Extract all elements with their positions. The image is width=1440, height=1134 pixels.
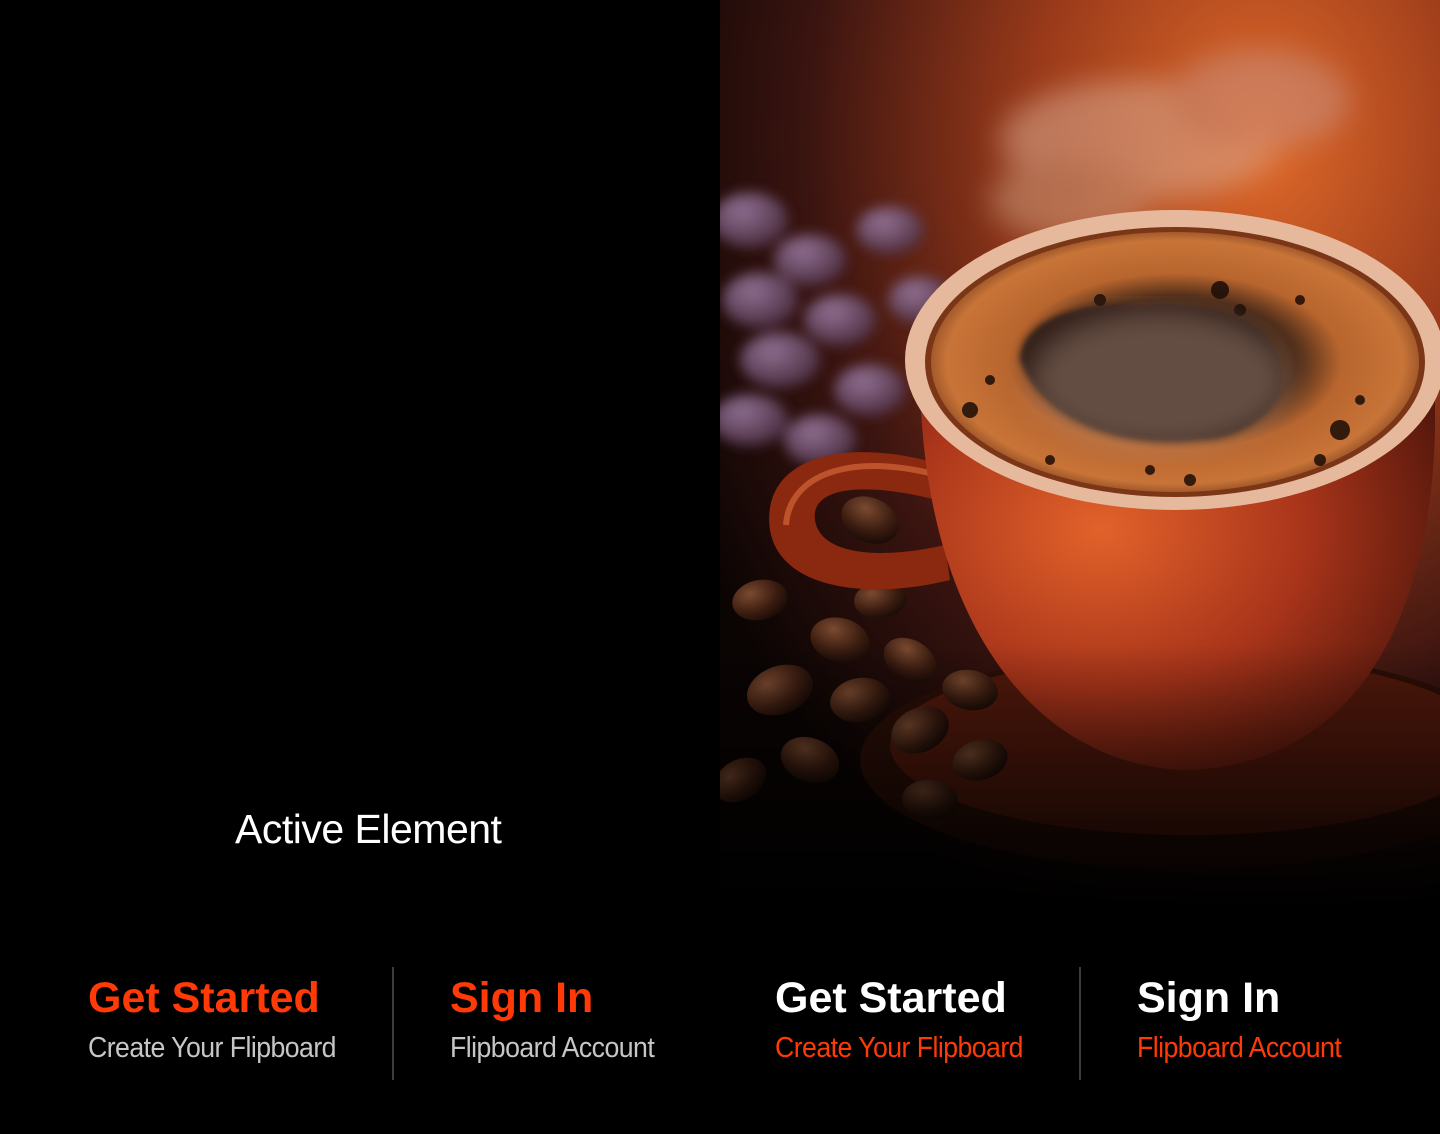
sign-in-subtitle: Flipboard Account — [450, 1032, 655, 1064]
sign-in-button-active[interactable]: Sign In Flipboard Account — [1137, 972, 1359, 1066]
get-started-title-active: Get Started — [775, 974, 1007, 1022]
coffee-cup-image — [720, 0, 1440, 920]
sign-in-title-active: Sign In — [1137, 974, 1281, 1022]
get-started-title: Get Started — [88, 974, 320, 1022]
get-started-button[interactable]: Get Started Create Your Flipboard — [88, 972, 358, 1066]
active-element-caption: Active Element — [235, 806, 502, 852]
sign-in-button[interactable]: Sign In Flipboard Account — [450, 972, 672, 1066]
get-started-button-active[interactable]: Get Started Create Your Flipboard — [775, 972, 1045, 1066]
sign-in-title: Sign In — [450, 974, 594, 1022]
divider — [1079, 967, 1081, 1080]
get-started-subtitle-active: Create Your Flipboard — [775, 1032, 1024, 1064]
divider — [392, 967, 394, 1080]
sign-in-subtitle-active: Flipboard Account — [1137, 1032, 1342, 1064]
left-panel — [0, 0, 720, 1134]
get-started-subtitle: Create Your Flipboard — [88, 1032, 337, 1064]
